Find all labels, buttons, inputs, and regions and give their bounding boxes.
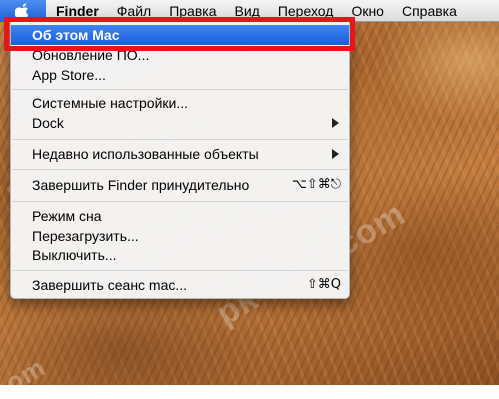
submenu-arrow-icon	[332, 118, 339, 128]
keyboard-shortcut: ⇧⌘Q	[306, 277, 341, 292]
menu-item-label: App Store...	[32, 67, 106, 83]
menu-item-label: Выключить...	[32, 247, 117, 263]
menu-item-restart[interactable]: Перезагрузить...	[11, 226, 349, 246]
menu-item-recent-items[interactable]: Недавно использованные объекты	[11, 144, 349, 164]
menu-file[interactable]: Файл	[108, 0, 160, 22]
apple-icon	[15, 2, 31, 20]
menu-item-label: Системные настройки...	[32, 95, 189, 111]
menu-item-about-this-mac[interactable]: Об этом Mac	[11, 25, 349, 45]
submenu-arrow-icon	[332, 149, 339, 159]
menu-item-label: Недавно использованные объекты	[32, 146, 259, 162]
menu-item-label: Перезагрузить...	[32, 228, 139, 244]
menu-separator	[12, 169, 348, 170]
menu-window[interactable]: Окно	[342, 0, 393, 22]
menu-item-software-update[interactable]: Обновление ПО...	[11, 45, 349, 65]
menu-bar: Finder Файл Правка Вид Переход Окно Спра…	[0, 0, 499, 22]
menu-item-shut-down[interactable]: Выключить...	[11, 245, 349, 265]
menu-item-label: Об этом Mac	[32, 27, 120, 43]
apple-menu-button[interactable]	[0, 0, 46, 22]
menu-separator	[12, 139, 348, 140]
menu-separator	[12, 201, 348, 202]
apple-dropdown-menu: Об этом Mac Обновление ПО... App Store..…	[10, 21, 350, 299]
keyboard-shortcut: ⌥⇧⌘⎋	[291, 177, 341, 192]
watermark-fragment: om	[0, 351, 51, 398]
menu-item-system-preferences[interactable]: Системные настройки...	[11, 93, 349, 113]
menu-item-force-quit[interactable]: Завершить Finder принудительно ⌥⇧⌘⎋	[11, 175, 349, 195]
menu-item-log-out[interactable]: Завершить сеанс mac... ⇧⌘Q	[11, 275, 349, 295]
menu-item-label: Завершить Finder принудительно	[32, 177, 250, 193]
menu-item-app-store[interactable]: App Store...	[11, 65, 349, 85]
menu-go[interactable]: Переход	[269, 0, 343, 22]
menu-separator	[12, 89, 348, 90]
menu-item-dock[interactable]: Dock	[11, 113, 349, 133]
menu-item-label: Обновление ПО...	[32, 47, 150, 63]
menu-item-label: Завершить сеанс mac...	[32, 277, 188, 293]
menu-help[interactable]: Справка	[393, 0, 466, 22]
menu-separator	[12, 270, 348, 271]
menu-item-sleep[interactable]: Режим сна	[11, 206, 349, 226]
menu-finder[interactable]: Finder	[46, 0, 108, 22]
menu-view[interactable]: Вид	[226, 0, 269, 22]
menu-item-label: Режим сна	[32, 208, 102, 224]
menu-item-label: Dock	[32, 115, 64, 131]
menu-edit[interactable]: Правка	[160, 0, 225, 22]
